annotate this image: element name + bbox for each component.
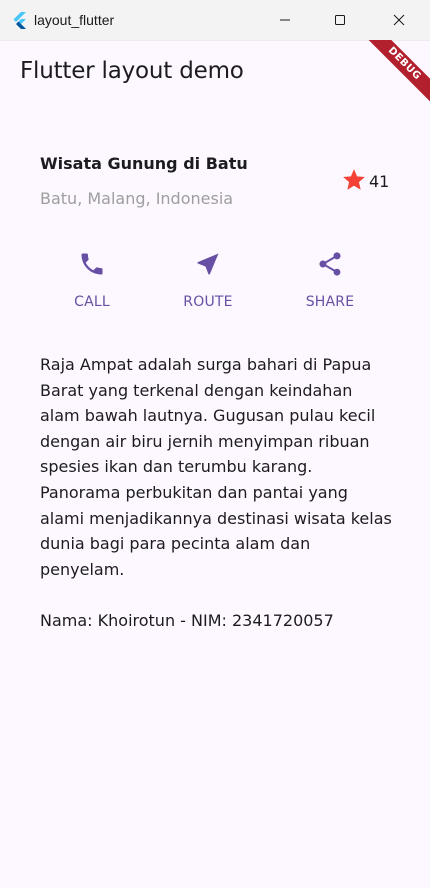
phone-icon [81,253,103,275]
appbar-title: Flutter layout demo [20,58,244,84]
share-icon [319,252,341,276]
place-title: Wisata Gunung di Batu [40,154,248,173]
rating-count: 41 [369,172,390,191]
navigation-icon [197,253,219,275]
app-window: layout_flutter Flutter layout demo DEBUG… [0,0,430,888]
call-label: CALL [74,294,110,310]
description-text: Raja Ampat adalah surga bahari di Papua … [40,355,392,630]
close-button[interactable] [376,0,422,40]
route-button[interactable]: ROUTE [158,250,258,314]
maximize-button[interactable] [317,0,363,40]
share-label: SHARE [305,294,355,310]
route-label: ROUTE [183,294,233,310]
debug-banner: DEBUG [360,40,430,110]
debug-banner-label: DEBUG [362,40,430,106]
flutter-logo-icon [13,12,26,29]
window-title: layout_flutter [34,12,115,28]
minimize-button[interactable] [262,0,308,40]
star-icon [343,169,365,190]
window-titlebar[interactable]: layout_flutter [0,0,430,41]
share-button[interactable]: SHARE [280,250,380,314]
call-button[interactable]: CALL [42,250,142,314]
close-icon [393,14,405,26]
place-subtitle: Batu, Malang, Indonesia [40,189,234,208]
minimize-icon [280,19,290,21]
maximize-icon [335,15,345,25]
